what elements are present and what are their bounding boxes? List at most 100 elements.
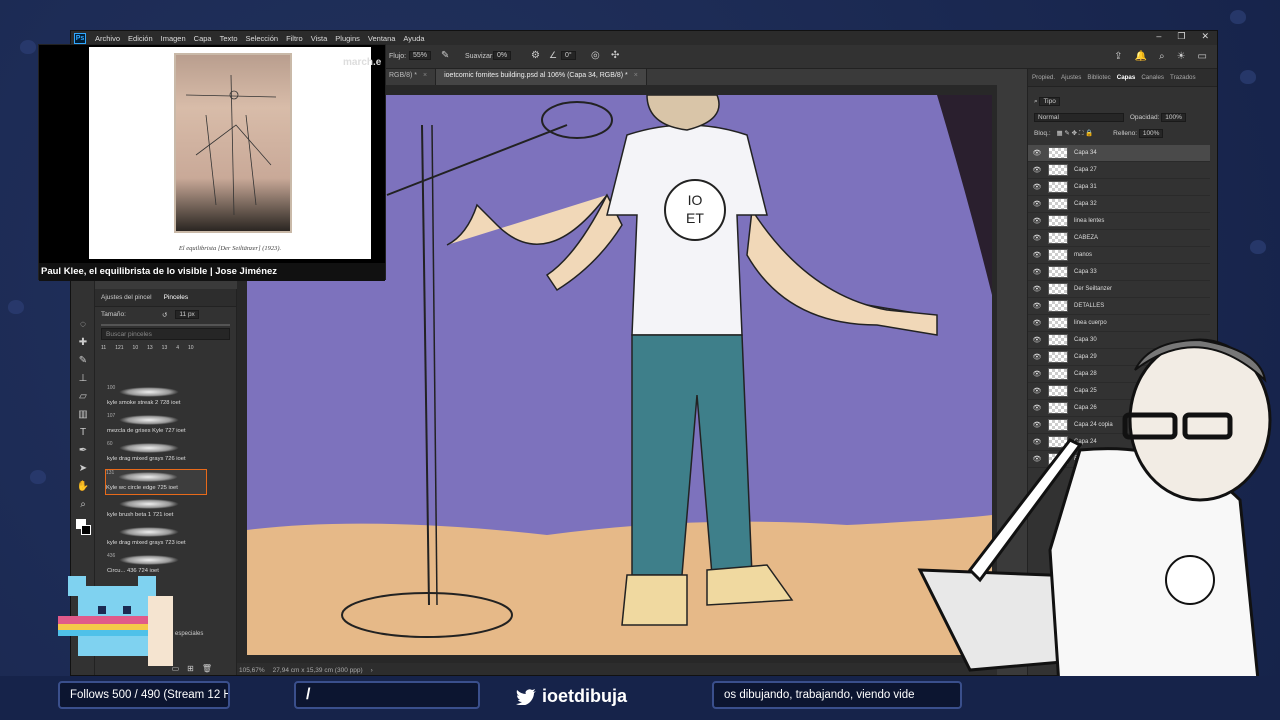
zoom-icon[interactable]: ⌕ xyxy=(76,499,90,511)
tab-layers[interactable]: Capas xyxy=(1117,74,1136,81)
tab-properties[interactable]: Propied. xyxy=(1032,74,1055,81)
gear-icon[interactable]: ⚙ xyxy=(531,50,540,61)
preset-size[interactable]: 4 xyxy=(176,345,179,351)
tab-paths[interactable]: Trazados xyxy=(1170,74,1196,81)
layer-row[interactable]: 👁 Der Seiltanzer xyxy=(1028,281,1210,298)
menu-plugins[interactable]: Plugins xyxy=(331,34,364,43)
eye-icon[interactable]: 👁 xyxy=(1030,285,1044,293)
fill-input[interactable]: 100% xyxy=(1138,129,1164,138)
layer-row[interactable]: 👁 Capa 31 xyxy=(1028,179,1210,196)
filter-select[interactable]: Tipo xyxy=(1039,97,1060,106)
minimize-icon[interactable]: – xyxy=(1156,31,1161,42)
menu-ayuda[interactable]: Ayuda xyxy=(399,34,428,43)
layer-row[interactable]: 👁 linea lentes xyxy=(1028,213,1210,230)
layer-row[interactable]: 👁 manos xyxy=(1028,247,1210,264)
background-color-swatch[interactable] xyxy=(81,525,91,535)
gradient-icon[interactable]: ▥ xyxy=(76,409,90,421)
flujo-input[interactable]: 55% xyxy=(409,51,432,60)
lock-icon[interactable]: ▦ ✎ ✥ ⛶ 🔒 xyxy=(1056,130,1093,137)
close-icon[interactable]: × xyxy=(634,72,638,79)
symmetry-icon[interactable]: ✣ xyxy=(611,50,619,61)
eye-icon[interactable]: 👁 xyxy=(1030,149,1044,157)
pen-icon[interactable]: ✒ xyxy=(76,445,90,457)
brush-item[interactable]: 100 kyle smoke streak 2 728 ioet xyxy=(107,385,207,411)
blend-mode-select[interactable]: Normal xyxy=(1034,113,1124,122)
add-icon[interactable]: ⊞ xyxy=(187,664,194,673)
angle-input[interactable]: 0° xyxy=(561,51,576,60)
brush-item-selected[interactable]: 131 Kyle wc circle edge 725 ioet xyxy=(105,469,207,495)
menu-seleccion[interactable]: Selección xyxy=(242,34,283,43)
eye-icon[interactable]: 👁 xyxy=(1030,200,1044,208)
zoom-level[interactable]: 105,67% xyxy=(239,667,265,674)
brush-icon[interactable]: ✎ xyxy=(76,355,90,367)
chevron-right-icon[interactable]: › xyxy=(371,667,373,674)
layer-row[interactable]: 👁 CABEZA xyxy=(1028,230,1210,247)
preset-size[interactable]: 11 xyxy=(101,345,106,351)
layer-row[interactable]: 👁 Capa 34 xyxy=(1028,145,1210,162)
opacity-input[interactable]: 100% xyxy=(1161,113,1186,122)
menu-edicion[interactable]: Edición xyxy=(124,34,157,43)
preset-size[interactable]: 121 xyxy=(115,345,123,351)
brush-item[interactable]: 107 mezcla de grises Kyle 727 ioet xyxy=(107,413,207,439)
maximize-icon[interactable]: ❐ xyxy=(1177,31,1185,42)
type-icon[interactable]: T xyxy=(76,427,90,439)
layer-row[interactable]: 👁 Capa 33 xyxy=(1028,264,1210,281)
eraser-icon[interactable]: ▱ xyxy=(76,391,90,403)
preset-size[interactable]: 10 xyxy=(133,345,139,351)
pressure-icon[interactable]: ◎ xyxy=(591,50,600,61)
lasso-icon[interactable]: ◌ xyxy=(76,319,90,331)
eye-icon[interactable]: 👁 xyxy=(1030,251,1044,259)
trash-icon[interactable]: 🗑 xyxy=(202,664,212,673)
preset-size[interactable]: 13 xyxy=(147,345,153,351)
curtain xyxy=(937,95,992,295)
eye-icon[interactable]: 👁 xyxy=(1030,183,1044,191)
close-icon[interactable]: × xyxy=(423,72,427,79)
menu-capa[interactable]: Capa xyxy=(190,34,216,43)
menu-imagen[interactable]: Imagen xyxy=(157,34,190,43)
bell-icon[interactable]: 🔔 xyxy=(1135,51,1147,62)
tab-document-active[interactable]: ioetcomic fornites building.psd al 106% … xyxy=(436,69,647,85)
workspace-icon[interactable]: ▭ xyxy=(1198,51,1207,62)
brightness-icon[interactable]: ☀ xyxy=(1177,51,1186,62)
brush-item[interactable]: kyle drag mixed grays 723 ioet xyxy=(107,525,207,551)
eye-icon[interactable]: 👁 xyxy=(1030,166,1044,174)
tab-brush-settings[interactable]: Ajustes del pincel xyxy=(101,294,152,301)
reset-icon[interactable]: ↺ xyxy=(162,311,167,319)
hand-icon[interactable]: ✋ xyxy=(76,481,90,493)
airbrush-icon[interactable]: ✎ xyxy=(441,50,449,61)
brush-search-input[interactable]: Buscar pinceles xyxy=(101,328,230,340)
size-input[interactable]: 11 px xyxy=(175,310,199,319)
size-slider[interactable] xyxy=(101,324,230,326)
share-icon[interactable]: ⇪ xyxy=(1114,51,1122,62)
tab-document-1[interactable]: RGB/8) * × xyxy=(381,69,437,85)
eye-icon[interactable]: 👁 xyxy=(1030,268,1044,276)
eye-icon[interactable]: 👁 xyxy=(1030,234,1044,242)
eye-icon[interactable]: 👁 xyxy=(1030,217,1044,225)
menu-filtro[interactable]: Filtro xyxy=(282,34,307,43)
eye-icon[interactable]: 👁 xyxy=(1030,319,1044,327)
close-icon[interactable]: ✕ xyxy=(1201,31,1209,42)
tab-adjustments[interactable]: Ajustes xyxy=(1061,74,1081,81)
tab-channels[interactable]: Canales xyxy=(1141,74,1164,81)
tab-libraries[interactable]: Bibliotec xyxy=(1087,74,1110,81)
eye-icon[interactable]: 👁 xyxy=(1030,302,1044,310)
search-icon[interactable]: ⌕ xyxy=(1159,51,1165,62)
suavizar-input[interactable]: 0% xyxy=(493,51,512,60)
menu-archivo[interactable]: Archivo xyxy=(91,34,124,43)
preset-size[interactable]: 13 xyxy=(162,345,168,351)
path-select-icon[interactable]: ➤ xyxy=(76,463,90,475)
preset-size[interactable]: 10 xyxy=(188,345,194,351)
layer-filter[interactable]: ⌕ Tipo xyxy=(1034,97,1060,107)
layer-row[interactable]: 👁 DETALLES xyxy=(1028,298,1210,315)
menu-texto[interactable]: Texto xyxy=(216,34,242,43)
menu-ventana[interactable]: Ventana xyxy=(364,34,400,43)
brush-item[interactable]: 60 kyle drag mixed grays 726 ioet xyxy=(107,441,207,467)
heal-icon[interactable]: ✚ xyxy=(76,337,90,349)
layer-row[interactable]: 👁 Capa 32 xyxy=(1028,196,1210,213)
stamp-icon[interactable]: ⊥ xyxy=(76,373,90,385)
menu-vista[interactable]: Vista xyxy=(307,34,332,43)
brush-item[interactable]: kyle brush beta 1 721 ioet xyxy=(107,497,207,523)
layer-row[interactable]: 👁 Capa 27 xyxy=(1028,162,1210,179)
brush-folder[interactable]: especiales xyxy=(175,631,203,637)
tab-brushes[interactable]: Pinceles xyxy=(164,294,189,301)
